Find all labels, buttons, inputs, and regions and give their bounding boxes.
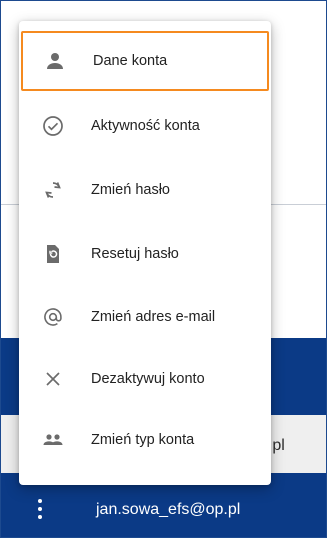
menu-item-label: Dezaktywuj konto	[91, 371, 205, 387]
menu-item-dezaktywuj-konto[interactable]: Dezaktywuj konto	[19, 347, 271, 411]
reset-file-icon	[41, 242, 65, 266]
menu-item-dane-konta[interactable]: Dane konta	[21, 31, 269, 91]
more-vert-icon[interactable]	[37, 499, 43, 519]
menu-item-label: Resetuj hasło	[91, 246, 179, 262]
menu-item-label: Aktywność konta	[91, 118, 200, 134]
at-sign-icon	[41, 305, 65, 329]
check-circle-icon	[41, 114, 65, 138]
menu-item-zmien-typ-konta[interactable]: Zmień typ konta	[19, 408, 271, 472]
refresh-icon	[41, 178, 65, 202]
menu-item-label: Zmień hasło	[91, 182, 170, 198]
menu-item-resetuj-haslo[interactable]: Resetuj hasło	[19, 222, 271, 286]
menu-item-label: Zmień typ konta	[91, 432, 195, 448]
account-email: jan.sowa_efs@op.pl	[96, 501, 241, 518]
account-context-menu: Dane konta Aktywność konta Zmień hasło R…	[19, 21, 271, 485]
menu-item-label: Zmień adres e-mail	[91, 309, 216, 325]
close-icon	[41, 367, 65, 391]
menu-item-aktywnosc-konta[interactable]: Aktywność konta	[19, 94, 271, 158]
people-icon	[41, 428, 65, 452]
person-icon	[43, 49, 67, 73]
menu-item-label: Dane konta	[93, 53, 168, 69]
menu-item-zmien-adres-email[interactable]: Zmień adres e-mail	[19, 285, 271, 349]
menu-item-zmien-haslo[interactable]: Zmień hasło	[19, 158, 271, 222]
